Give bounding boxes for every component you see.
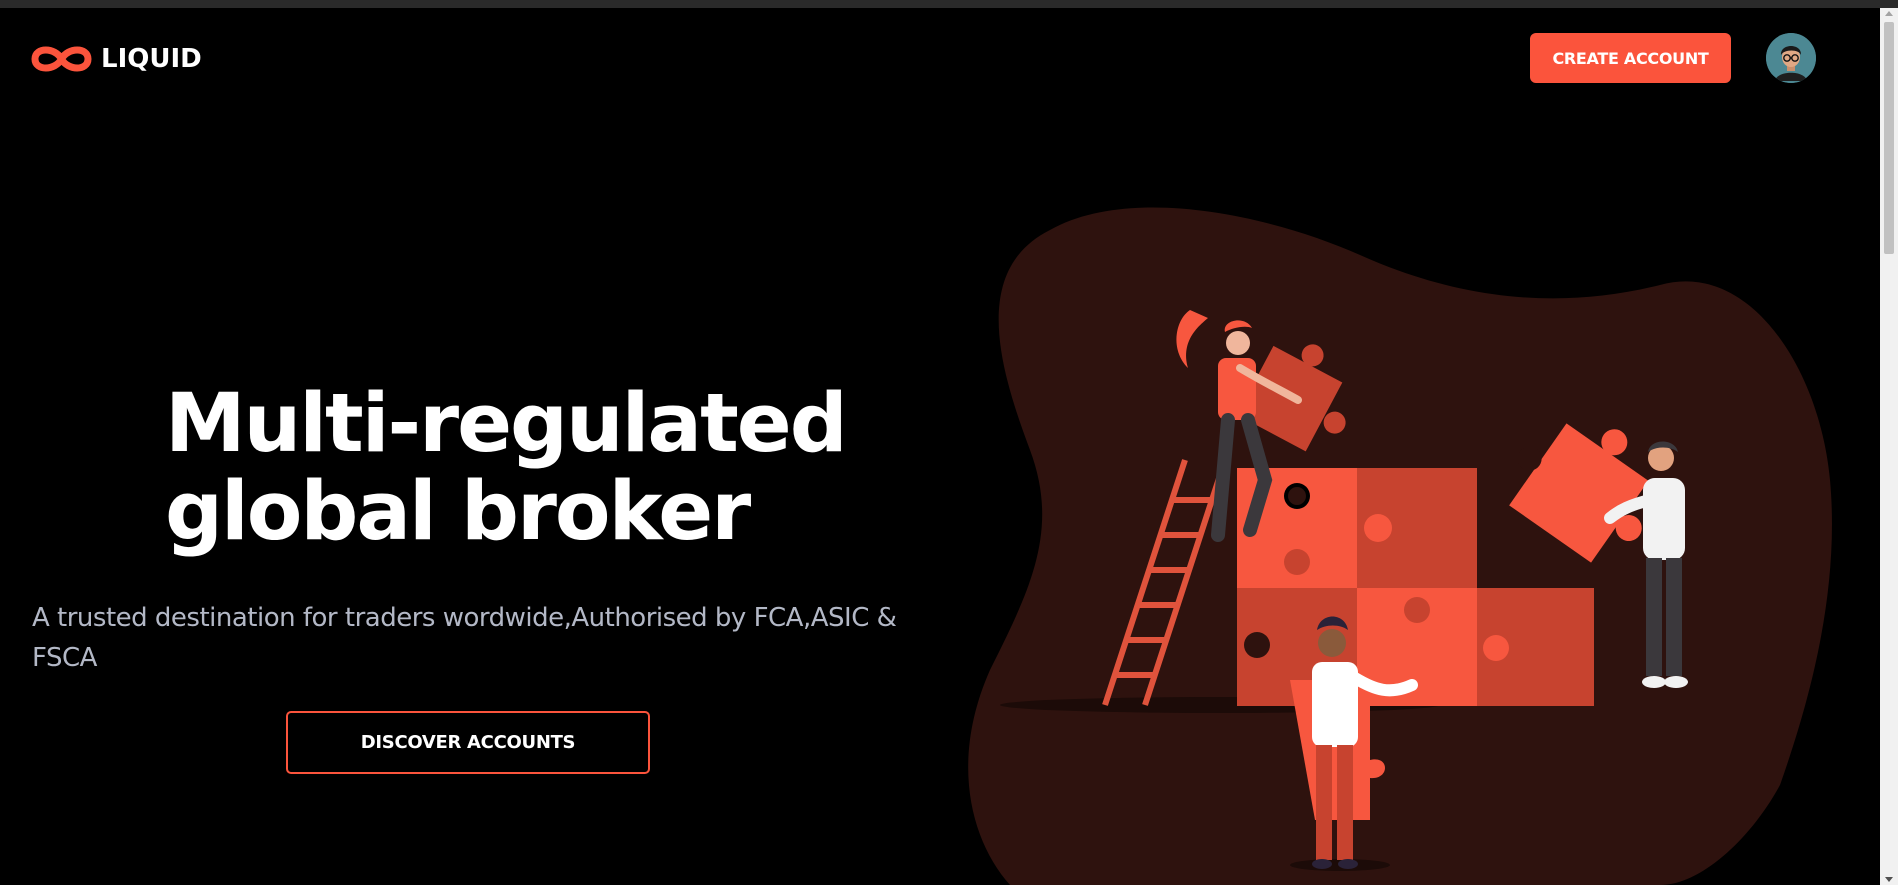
page-scrollbar[interactable] (1880, 8, 1898, 885)
team-puzzle-illustration (968, 207, 1832, 885)
scroll-down-icon[interactable] (1885, 877, 1893, 882)
discover-accounts-button[interactable]: DISCOVER ACCOUNTS (286, 711, 650, 774)
hero-title-line-2: global broker (165, 465, 751, 559)
brand-name: LIQUID (101, 44, 202, 74)
browser-top-border (0, 0, 1898, 8)
brand-logo[interactable]: LIQUID (31, 42, 202, 76)
create-account-button[interactable]: CREATE ACCOUNT (1530, 33, 1731, 83)
infinity-logo-icon (31, 46, 92, 72)
hero-title-line-1: Multi-regulated (165, 377, 848, 471)
hero-title: Multi-regulated global broker (165, 377, 848, 559)
hero-subtitle: A trusted destination for traders wordwi… (32, 603, 897, 673)
scroll-up-icon[interactable] (1885, 11, 1893, 16)
scrollbar-thumb[interactable] (1884, 22, 1894, 254)
user-avatar-icon[interactable] (1766, 33, 1816, 83)
